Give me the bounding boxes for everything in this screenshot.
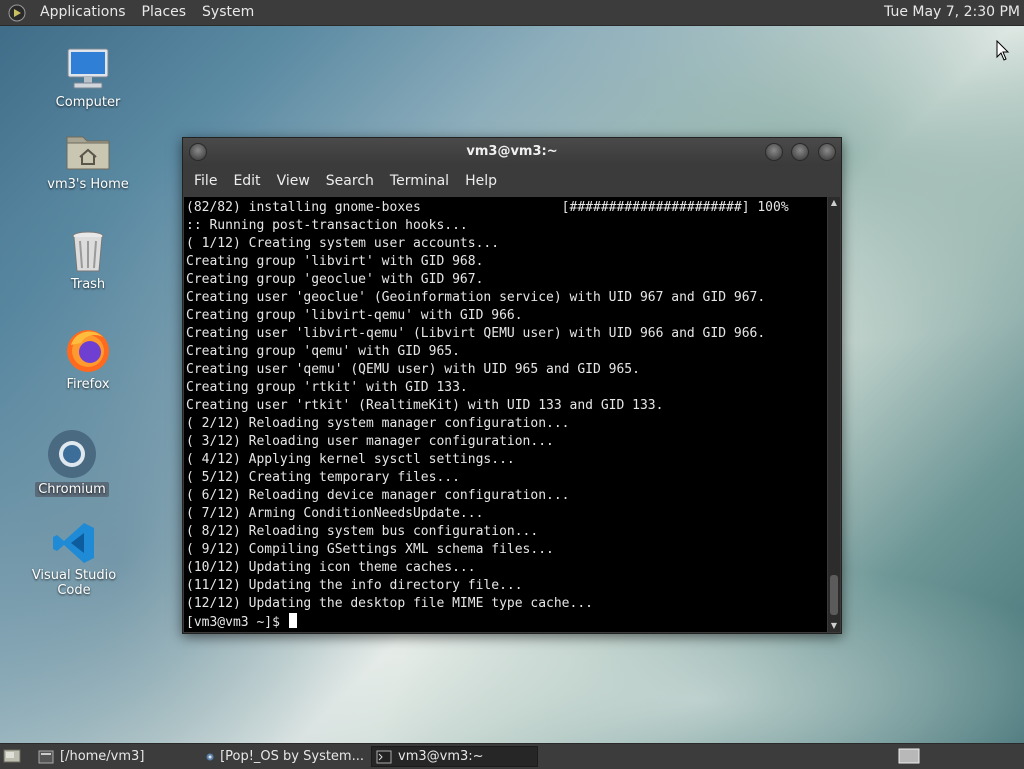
computer-icon: [67, 48, 109, 89]
terminal-line: ( 7/12) Arming ConditionNeedsUpdate...: [186, 506, 484, 521]
scroll-up-arrow-icon[interactable]: ▲: [828, 197, 840, 209]
menu-help[interactable]: Help: [457, 166, 505, 197]
desktop-icon-firefox[interactable]: Firefox: [33, 325, 143, 392]
close-button[interactable]: [818, 143, 836, 161]
terminal-output[interactable]: (82/82) installing gnome-boxes [########…: [184, 197, 827, 632]
text-cursor: [288, 613, 297, 628]
terminal-line: ( 4/12) Applying kernel sysctl settings.…: [186, 452, 515, 467]
show-desktop-icon[interactable]: [3, 748, 21, 764]
terminal-line: ( 5/12) Creating temporary files...: [186, 470, 460, 485]
top-panel: Applications Places System Tue May 7, 2:…: [0, 0, 1024, 26]
clock[interactable]: Tue May 7, 2:30 PM: [884, 0, 1020, 25]
chromium-icon: [48, 430, 96, 478]
mouse-pointer-icon: [996, 40, 1010, 61]
terminal-line: Creating user 'geoclue' (Geoinformation …: [186, 290, 766, 305]
terminal-line: Creating user 'rtkit' (RealtimeKit) with…: [186, 398, 664, 413]
desktop-icon-label: Computer: [55, 95, 121, 110]
terminal-line: ( 2/12) Reloading system manager configu…: [186, 416, 570, 431]
terminal-menu-bar: File Edit View Search Terminal Help: [183, 166, 841, 197]
taskbar-item-home-folder[interactable]: [/home/vm3]: [34, 746, 198, 767]
desktop-icon-label: Firefox: [66, 377, 110, 392]
desktop-icon-label: Trash: [70, 277, 106, 292]
maximize-button[interactable]: [791, 143, 809, 161]
terminal-window[interactable]: vm3@vm3:~ File Edit View Search Terminal…: [182, 137, 842, 634]
terminal-line: ( 8/12) Reloading system bus configurati…: [186, 524, 539, 539]
terminal-line: Creating group 'rtkit' with GID 133.: [186, 380, 468, 395]
desktop-icon-label: Visual Studio Code: [31, 568, 117, 598]
firefox-icon: [67, 330, 109, 372]
terminal-line: Creating group 'geoclue' with GID 967.: [186, 272, 484, 287]
scrollbar-thumb[interactable]: [830, 575, 838, 615]
terminal-line: Creating user 'libvirt-qemu' (Libvirt QE…: [186, 326, 766, 341]
terminal-line: (12/12) Updating the desktop file MIME t…: [186, 596, 593, 611]
terminal-prompt: [vm3@vm3 ~]$: [186, 615, 288, 630]
desktop-icon-vscode[interactable]: Visual Studio Code: [19, 520, 129, 598]
taskbar-item-chromium[interactable]: [Pop!_OS by System...: [202, 746, 368, 767]
terminal-line: Creating group 'libvirt' with GID 968.: [186, 254, 484, 269]
taskbar-item-label: vm3@vm3:~: [398, 749, 484, 764]
desktop-icon-chromium[interactable]: Chromium: [17, 428, 127, 497]
terminal-line: (11/12) Updating the info directory file…: [186, 578, 523, 593]
applications-logo-icon[interactable]: [8, 4, 26, 22]
window-title: vm3@vm3:~: [466, 144, 558, 159]
workspace-switcher-icon[interactable]: [898, 748, 920, 764]
terminal-line: (82/82) installing gnome-boxes [########…: [186, 200, 789, 215]
terminal-line: Creating group 'qemu' with GID 965.: [186, 344, 460, 359]
desktop-icon-home[interactable]: vm3's Home: [33, 127, 143, 192]
menu-search[interactable]: Search: [318, 166, 382, 197]
system-menu[interactable]: System: [194, 0, 262, 25]
menu-view[interactable]: View: [269, 166, 318, 197]
desktop-icon-computer[interactable]: Computer: [33, 45, 143, 110]
chromium-window-icon: [206, 752, 214, 761]
trash-icon: [72, 231, 104, 272]
places-menu[interactable]: Places: [134, 0, 195, 25]
desktop-icon-label: vm3's Home: [47, 177, 129, 192]
taskbar-item-label: [/home/vm3]: [60, 749, 145, 764]
terminal-line: Creating group 'libvirt-qemu' with GID 9…: [186, 308, 523, 323]
terminal-line: (10/12) Updating icon theme caches...: [186, 560, 476, 575]
scroll-down-arrow-icon[interactable]: ▼: [828, 620, 840, 632]
terminal-line: ( 1/12) Creating system user accounts...: [186, 236, 500, 251]
minimize-button[interactable]: [765, 143, 783, 161]
terminal-title-bar[interactable]: vm3@vm3:~: [183, 138, 841, 166]
terminal-line: Creating user 'qemu' (QEMU user) with UI…: [186, 362, 640, 377]
applications-menu[interactable]: Applications: [32, 0, 134, 25]
window-menu-button[interactable]: [189, 143, 207, 161]
terminal-line: ( 9/12) Compiling GSettings XML schema f…: [186, 542, 554, 557]
terminal-line: ( 6/12) Reloading device manager configu…: [186, 488, 570, 503]
desktop-icon-trash[interactable]: Trash: [33, 227, 143, 292]
vscode-icon: [53, 523, 94, 563]
bottom-panel: [/home/vm3] [Pop!_OS by System... vm3@vm…: [0, 743, 1024, 769]
home-folder-icon: [66, 136, 110, 170]
taskbar-item-label: [Pop!_OS by System...: [220, 749, 364, 764]
folder-window-icon: [38, 750, 54, 763]
terminal-window-icon: [376, 750, 392, 763]
menu-terminal[interactable]: Terminal: [382, 166, 457, 197]
terminal-line: ( 3/12) Reloading user manager configura…: [186, 434, 554, 449]
desktop-icon-label: Chromium: [35, 482, 109, 497]
terminal-line: :: Running post-transaction hooks...: [186, 218, 468, 233]
taskbar-item-terminal[interactable]: vm3@vm3:~: [371, 746, 538, 767]
menu-file[interactable]: File: [186, 166, 225, 197]
menu-edit[interactable]: Edit: [225, 166, 268, 197]
terminal-scrollbar[interactable]: ▲ ▼: [828, 197, 840, 632]
